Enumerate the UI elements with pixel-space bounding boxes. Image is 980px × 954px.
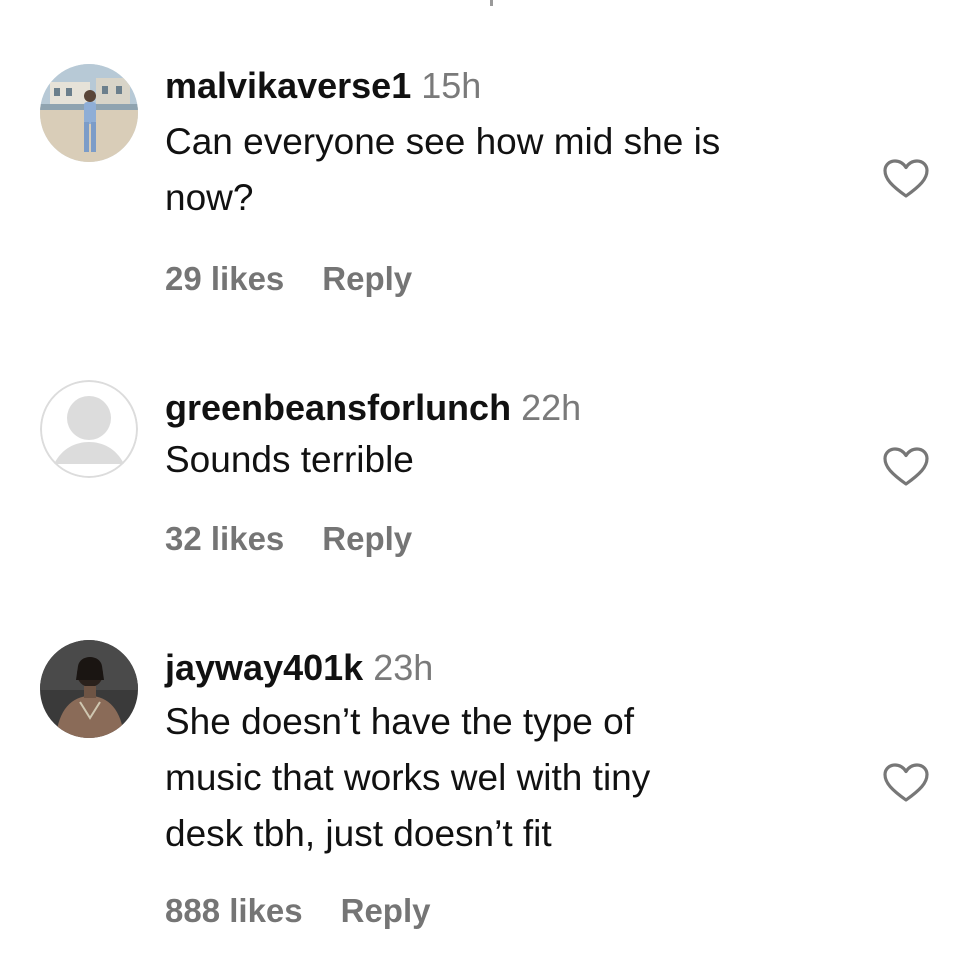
comment-text: She doesn’t have the type of music that …: [165, 694, 845, 862]
reply-button[interactable]: Reply: [322, 520, 412, 557]
comment-text-line: Sounds terrible: [165, 439, 414, 480]
comment-meta: 32 likes Reply: [165, 520, 412, 558]
username[interactable]: jayway401k: [165, 647, 363, 688]
reply-button[interactable]: Reply: [341, 892, 431, 929]
likes-count[interactable]: 32 likes: [165, 520, 284, 557]
comment-meta: 29 likes Reply: [165, 260, 412, 298]
reply-button[interactable]: Reply: [322, 260, 412, 297]
avatar[interactable]: [40, 640, 138, 738]
comment-text-line: now?: [165, 177, 254, 218]
heart-outline-icon: [883, 763, 929, 802]
default-avatar-icon: [40, 380, 138, 478]
comment-text-line: music that works wel with tiny: [165, 757, 651, 798]
likes-count[interactable]: 29 likes: [165, 260, 284, 297]
comment-text-line: desk tbh, just doesn’t fit: [165, 813, 552, 854]
comment-text: Sounds terrible: [165, 432, 845, 488]
avatar[interactable]: [40, 380, 138, 478]
heart-outline-icon: [883, 447, 929, 486]
avatar[interactable]: [40, 64, 138, 162]
like-button[interactable]: [882, 762, 930, 804]
likes-count[interactable]: 888 likes: [165, 892, 303, 929]
comment-meta: 888 likes Reply: [165, 892, 431, 930]
photo-avatar-dark-icon: [40, 640, 138, 738]
timestamp: 23h: [373, 647, 434, 688]
photo-avatar-beach-icon: [40, 64, 138, 162]
comment-header: malvikaverse1 15h: [165, 64, 845, 108]
comment-header: greenbeansforlunch 22h: [165, 386, 845, 430]
timestamp: 22h: [521, 387, 582, 428]
timestamp: 15h: [421, 65, 482, 106]
comment-text: Can everyone see how mid she is now?: [165, 114, 845, 226]
heart-outline-icon: [883, 159, 929, 198]
comment-header: jayway401k 23h: [165, 646, 845, 690]
like-button[interactable]: [882, 158, 930, 200]
comment-text-line: She doesn’t have the type of: [165, 701, 635, 742]
scroll-divider-stub: [490, 0, 493, 6]
username[interactable]: greenbeansforlunch: [165, 387, 511, 428]
username[interactable]: malvikaverse1: [165, 65, 411, 106]
like-button[interactable]: [882, 446, 930, 488]
comment-text-line: Can everyone see how mid she is: [165, 121, 721, 162]
